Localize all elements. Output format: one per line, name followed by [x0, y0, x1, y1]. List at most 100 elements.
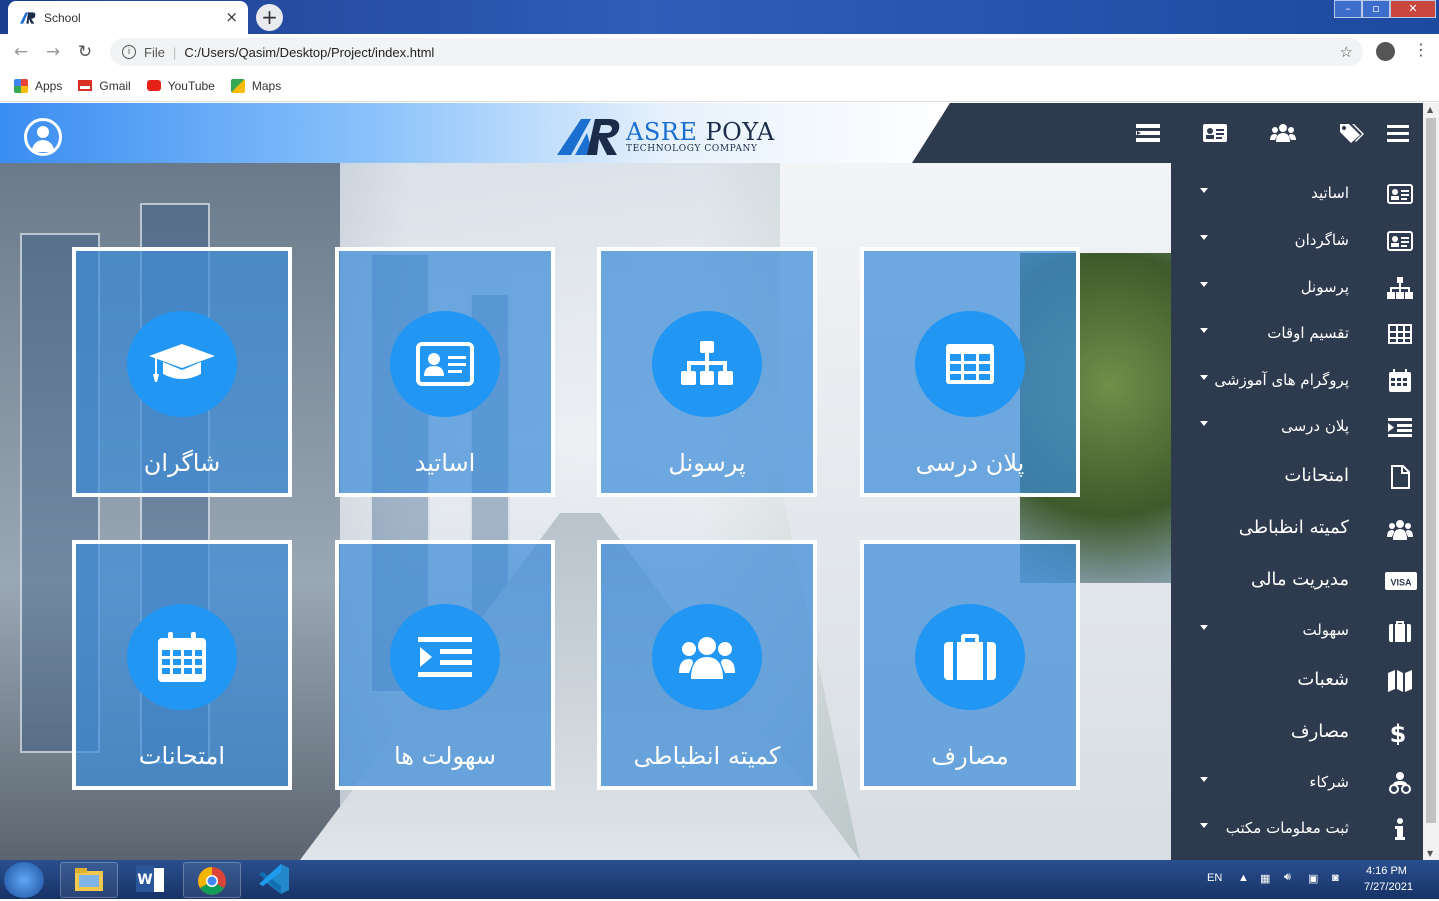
chevron-down-icon — [1200, 328, 1208, 333]
site-info-icon[interactable]: i — [122, 45, 136, 59]
sidebar-item-label: سهولت — [1302, 621, 1349, 639]
sidebar-item-label: ثبت معلومات مکتب — [1225, 819, 1349, 837]
gmail-icon — [78, 80, 93, 91]
sidebar-item-personnel[interactable]: پرسونل — [1171, 266, 1423, 312]
svg-text:W: W — [137, 872, 152, 888]
window-minimize-button[interactable]: – — [1334, 0, 1362, 18]
tile-expenses[interactable]: مصارف — [860, 540, 1080, 790]
bookmark-star-icon[interactable]: ☆ — [1340, 43, 1353, 61]
sidebar-item-branches[interactable]: شعبات — [1171, 659, 1423, 705]
network-icon[interactable]: ▦ — [1260, 872, 1270, 885]
back-arrow-icon[interactable]: ← — [10, 42, 32, 62]
scroll-down-icon[interactable]: ▼ — [1427, 849, 1433, 858]
window-close-button[interactable]: ✕ — [1390, 0, 1436, 18]
sidebar-item-facilities[interactable]: سهولت — [1171, 609, 1423, 655]
sidebar-item-financial-management[interactable]: مدیریت مالی VISA — [1171, 559, 1423, 605]
language-indicator[interactable]: EN — [1207, 872, 1222, 884]
sidebar-item-expenses[interactable]: مصارف $ — [1171, 711, 1423, 757]
bookmark-youtube[interactable]: YouTube — [146, 79, 215, 93]
briefcase-icon — [1389, 621, 1411, 642]
id-card-icon — [1387, 184, 1413, 204]
clock-time[interactable]: 4:16 PM — [1366, 865, 1407, 877]
address-bar[interactable]: i File | C:/Users/Qasim/Desktop/Project/… — [110, 38, 1363, 66]
sidebar-item-exams[interactable]: امتحانات — [1171, 455, 1423, 501]
scroll-up-icon[interactable]: ▲ — [1427, 105, 1433, 114]
start-button-icon[interactable] — [4, 862, 44, 898]
sidebar-item-lesson-plan[interactable]: پلان درسی — [1171, 405, 1423, 451]
tile-label: کمیته انظباطی — [633, 742, 781, 770]
tile-label: مصارف — [931, 742, 1009, 770]
users-icon[interactable] — [1270, 122, 1296, 144]
chevron-down-icon — [1200, 375, 1208, 380]
id-card-icon — [1387, 231, 1413, 251]
vscode-icon[interactable] — [245, 862, 303, 898]
tags-icon[interactable] — [1338, 122, 1364, 144]
tile-lesson-plan[interactable]: پلان درسی — [860, 247, 1080, 497]
sidebar-item-teachers[interactable]: اساتید — [1171, 172, 1423, 218]
sidebar-item-partners[interactable]: شرکاء — [1171, 761, 1423, 807]
scrollbar-thumb[interactable] — [1426, 118, 1436, 823]
maps-icon — [230, 78, 245, 93]
sitemap-icon — [1387, 277, 1413, 299]
action-center-icon[interactable]: ▣ — [1308, 872, 1318, 885]
sidebar-item-label: شرکاء — [1309, 773, 1349, 791]
tile-facilities[interactable]: سهولت ها — [335, 540, 555, 790]
tile-icon-circle — [915, 604, 1025, 710]
browser-menu-icon[interactable]: ⋮ — [1413, 40, 1429, 59]
tab-close-icon[interactable]: × — [225, 8, 238, 26]
profile-avatar-icon[interactable] — [1376, 42, 1395, 61]
sidebar-item-educational-programs[interactable]: پروگرام های آموزشی — [1171, 359, 1423, 405]
id-card-icon[interactable] — [1202, 122, 1228, 144]
forward-arrow-icon[interactable]: → — [42, 42, 64, 62]
sidebar-item-label: پرسونل — [1300, 278, 1349, 296]
user-account-icon[interactable] — [24, 118, 62, 156]
volume-icon[interactable]: 🔊︎ — [1284, 871, 1291, 884]
list-icon — [1388, 418, 1412, 437]
url-text[interactable]: C:/Users/Qasim/Desktop/Project/index.htm… — [184, 45, 434, 60]
page-scrollbar[interactable]: ▲ ▼ — [1423, 103, 1439, 860]
sidebar-item-disciplinary-committee[interactable]: کمیته انظباطی — [1171, 507, 1423, 553]
sidebar-item-label: امتحانات — [1284, 465, 1349, 486]
sidebar-item-students[interactable]: شاگردان — [1171, 219, 1423, 265]
tile-exams[interactable]: امتحانات — [72, 540, 292, 790]
browser-titlebar: School × + – ▫ ✕ — [0, 0, 1439, 34]
bookmark-label: Gmail — [99, 78, 131, 93]
bookmark-maps[interactable]: Maps — [230, 78, 281, 93]
brand-name: ASRE POYA — [626, 118, 775, 146]
sidebar-item-label: کمیته انظباطی — [1238, 517, 1349, 538]
show-hidden-icons-icon[interactable]: ▲ — [1238, 872, 1249, 884]
window-maximize-button[interactable]: ▫ — [1362, 0, 1390, 18]
tile-disciplinary-committee[interactable]: کمیته انظباطی — [597, 540, 817, 790]
file-icon — [1391, 465, 1410, 489]
sidebar-item-timetable[interactable]: تقسیم اوقات — [1171, 312, 1423, 358]
clock-date[interactable]: 7/27/2021 — [1364, 881, 1413, 893]
system-tray: EN ▲ ▦ 🔊︎ ▣ ◙ 4:16 PM 7/27/2021 — [1200, 860, 1439, 899]
visa-card-icon: VISA — [1385, 572, 1417, 590]
calendar-icon — [1389, 369, 1411, 392]
page-viewport: ASRE POYA TECHNOLOGY COMPANY شاگران اسات… — [0, 103, 1423, 860]
tray-app-icon[interactable]: ◙ — [1332, 872, 1339, 884]
new-tab-button[interactable]: + — [256, 4, 283, 31]
chrome-icon[interactable] — [183, 862, 241, 898]
sidebar-item-label: اساتید — [1311, 184, 1349, 202]
table-icon — [1388, 324, 1412, 344]
chevron-down-icon — [1200, 777, 1208, 782]
tile-personnel[interactable]: پرسونل — [597, 247, 817, 497]
sidebar-item-label: پروگرام های آموزشی — [1214, 371, 1349, 389]
bookmark-apps[interactable]: Apps — [14, 78, 62, 93]
bookmark-gmail[interactable]: Gmail — [78, 78, 131, 93]
bookmarks-bar: Apps Gmail YouTube Maps — [0, 70, 1439, 102]
browser-toolbar: ← → ↻ i File | C:/Users/Qasim/Desktop/Pr… — [0, 34, 1439, 70]
windows-taskbar: W EN ▲ ▦ 🔊︎ ▣ ◙ 4:16 PM 7/27/2021 — [0, 860, 1439, 899]
list-icon[interactable] — [1135, 122, 1161, 144]
hamburger-menu-icon[interactable] — [1386, 122, 1412, 144]
sidebar-item-label: پلان درسی — [1281, 417, 1349, 435]
browser-tab[interactable]: School × — [8, 1, 248, 34]
tile-teachers[interactable]: اساتید — [335, 247, 555, 497]
id-card-icon — [416, 342, 474, 386]
sidebar-item-school-info[interactable]: ثبت معلومات مکتب — [1171, 807, 1423, 853]
word-icon[interactable]: W — [122, 862, 180, 898]
reload-icon[interactable]: ↻ — [74, 42, 96, 62]
file-explorer-icon[interactable] — [60, 862, 118, 898]
tile-students[interactable]: شاگران — [72, 247, 292, 497]
